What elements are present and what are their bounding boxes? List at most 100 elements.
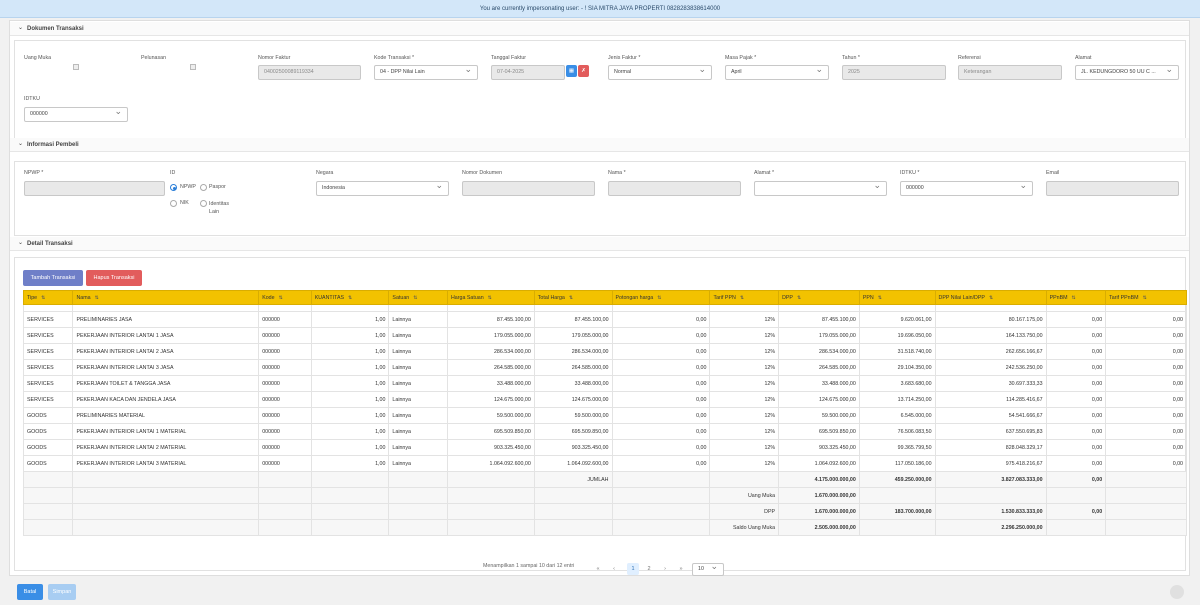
tahun-input[interactable]: 2025	[842, 65, 946, 80]
idtku-pembeli-select[interactable]: 000000	[900, 181, 1033, 196]
radio-nik[interactable]	[170, 200, 177, 207]
next-page-icon[interactable]: ›	[659, 563, 671, 575]
tambah-transaksi-button[interactable]: Tambah Transaksi	[23, 270, 83, 286]
table-cell: 0,00	[1105, 375, 1187, 392]
table-cell: 12%	[709, 407, 780, 424]
table-cell: Lainnya	[388, 391, 448, 408]
sort-icon[interactable]: ⇅	[657, 295, 661, 301]
sort-icon[interactable]: ⇅	[740, 295, 744, 301]
table-cell: SERVICES	[22, 311, 74, 328]
masa-pajak-select[interactable]: April	[725, 65, 829, 80]
table-cell: Lainnya	[388, 311, 448, 328]
prev-page-icon[interactable]: ‹	[608, 563, 620, 575]
uang-muka-checkbox[interactable]	[73, 64, 79, 70]
table-body: SERVICES PRELIMINARIES JASA 000000 1,00 Lain…	[22, 304, 1187, 536]
nomor-dokumen-input[interactable]	[462, 181, 595, 196]
column-header[interactable]: Tarif PPnBM ⇅	[1105, 290, 1187, 305]
column-header[interactable]: Potongan harga ⇅	[611, 290, 711, 305]
summary-cell	[611, 519, 711, 536]
page-1-button[interactable]: 1	[627, 563, 639, 575]
sort-icon[interactable]: ⇅	[1072, 295, 1076, 301]
hapus-transaksi-button[interactable]: Hapus Transaksi	[86, 270, 142, 286]
npwp-input[interactable]	[24, 181, 165, 196]
calendar-icon[interactable]: ▦	[566, 65, 577, 77]
radio-paspor[interactable]	[200, 184, 207, 191]
sort-icon[interactable]: ⇅	[989, 295, 993, 301]
table-row[interactable]: SERVICES PRELIMINARIES JASA 000000 1,00 Lain…	[22, 311, 1187, 328]
column-header[interactable]: Total Harga ⇅	[533, 290, 613, 305]
dokumen-panel: Uang Muka Pelunasan Nomor Faktur 0400250…	[14, 40, 1186, 150]
clear-date-icon[interactable]: ✗	[578, 65, 589, 77]
column-header[interactable]: Kode ⇅	[258, 290, 312, 305]
table-row[interactable]: SERVICES PEKERJAAN INTERIOR LANTAI 2 JASA…	[22, 343, 1187, 360]
batal-button[interactable]: Batal	[17, 584, 43, 600]
referensi-input[interactable]: Keterangan	[958, 65, 1062, 80]
radio-npwp[interactable]	[170, 184, 177, 191]
table-row[interactable]: SERVICES PEKERJAAN TOILET & TANGGA JASA 00…	[22, 375, 1187, 392]
transaksi-table: Tipe ⇅ Nama ⇅ Kode ⇅ KUANTITAS ⇅ Satuan ⇅ Harga Sa…	[22, 290, 1187, 536]
summary-cell	[1105, 503, 1187, 520]
sort-icon[interactable]: ⇅	[797, 295, 801, 301]
column-header[interactable]: Nama ⇅	[72, 290, 260, 305]
column-header[interactable]: KUANTITAS ⇅	[310, 290, 390, 305]
section-header-detail[interactable]: ⌄ Detail Transaksi	[10, 237, 1189, 251]
section-header-pembeli[interactable]: ⌄ Informasi Pembeli	[10, 138, 1189, 152]
table-row[interactable]: GOODS PEKERJAAN INTERIOR LANTAI 2 MATERIA…	[22, 439, 1187, 456]
table-row[interactable]: GOODS PEKERJAAN INTERIOR LANTAI 1 MATERIA…	[22, 423, 1187, 440]
email-input[interactable]	[1046, 181, 1179, 196]
column-header[interactable]: Harga Satuan ⇅	[446, 290, 535, 305]
column-label: DPP	[782, 294, 793, 301]
section-header-dokumen[interactable]: ⌄ Dokumen Transaksi	[10, 22, 1189, 36]
nomor-faktur-input[interactable]: 04002500089119334	[258, 65, 361, 80]
alamat-select[interactable]: JL. KEDUNGDORO 50 UU C ...	[1075, 65, 1179, 80]
pelunasan-checkbox[interactable]	[190, 64, 196, 70]
sort-icon[interactable]: ⇅	[569, 295, 573, 301]
negara-select[interactable]: Indonesia	[316, 181, 449, 196]
sort-icon[interactable]: ⇅	[95, 295, 99, 301]
sort-icon[interactable]: ⇅	[279, 295, 283, 301]
table-cell: Lainnya	[388, 375, 448, 392]
sort-icon[interactable]: ⇅	[1143, 295, 1147, 301]
alamat-pembeli-select[interactable]	[754, 181, 887, 196]
first-page-icon[interactable]: «	[592, 563, 604, 575]
sort-icon[interactable]: ⇅	[413, 295, 417, 301]
npwp-label: NPWP *	[24, 170, 44, 176]
column-header[interactable]: Tipe ⇅	[22, 290, 74, 305]
table-cell: 1.064.092.600,00	[533, 455, 613, 472]
table-row[interactable]: SERVICES PEKERJAAN INTERIOR LANTAI 1 JASA…	[22, 327, 1187, 344]
table-cell: 0,00	[611, 407, 711, 424]
table-row[interactable]: SERVICES PEKERJAAN INTERIOR LANTAI 3 JASA…	[22, 359, 1187, 376]
jenis-faktur-select[interactable]: Normal	[608, 65, 712, 80]
table-row[interactable]: GOODS PRELIMINARIES MATERIAL 000000 1,00 Lai…	[22, 407, 1187, 424]
radio-identitas-lain[interactable]	[200, 200, 207, 207]
column-header[interactable]: Satuan ⇅	[388, 290, 448, 305]
column-header[interactable]: Tarif PPN ⇅	[709, 290, 780, 305]
scroll-top-icon[interactable]	[1170, 585, 1184, 599]
sort-icon[interactable]: ⇅	[878, 295, 882, 301]
idtku-select[interactable]: 000000	[24, 107, 128, 122]
simpan-button[interactable]: Simpan	[48, 584, 76, 600]
alamat-pembeli-label: Alamat *	[754, 170, 775, 176]
table-row[interactable]: SERVICES PEKERJAAN KACA DAN JENDELA JASA 0…	[22, 391, 1187, 408]
column-header[interactable]: PPnBM ⇅	[1045, 290, 1107, 305]
table-cell: 76.506.083,50	[858, 423, 936, 440]
column-header[interactable]: DPP ⇅	[778, 290, 860, 305]
kode-transaksi-select[interactable]: 04 - DPP Nilai Lain	[374, 65, 478, 80]
last-page-icon[interactable]: »	[675, 563, 687, 575]
sort-icon[interactable]: ⇅	[41, 295, 45, 301]
column-header[interactable]: PPN ⇅	[858, 290, 936, 305]
table-cell: 264.585.000,00	[446, 359, 535, 376]
table-cell: 0,00	[1045, 343, 1107, 360]
summary-cell	[72, 519, 260, 536]
page-2-button[interactable]: 2	[643, 563, 655, 575]
column-header[interactable]: DPP Nilai Lain/DPP ⇅	[934, 290, 1047, 305]
table-cell: 262.656.166,67	[934, 343, 1047, 360]
table-row[interactable]: GOODS PEKERJAAN INTERIOR LANTAI 3 MATERIA…	[22, 455, 1187, 472]
nama-input[interactable]	[608, 181, 741, 196]
alamat-label: Alamat	[1075, 55, 1092, 61]
sort-icon[interactable]: ⇅	[348, 295, 352, 301]
page-size-select[interactable]: 10	[692, 563, 724, 576]
tanggal-faktur-input[interactable]: 07-04-2025	[491, 65, 565, 80]
summary-row: DPP 1.670.000.000,00 183.700.000,00 1.530.8…	[22, 503, 1187, 520]
sort-icon[interactable]: ⇅	[488, 295, 492, 301]
